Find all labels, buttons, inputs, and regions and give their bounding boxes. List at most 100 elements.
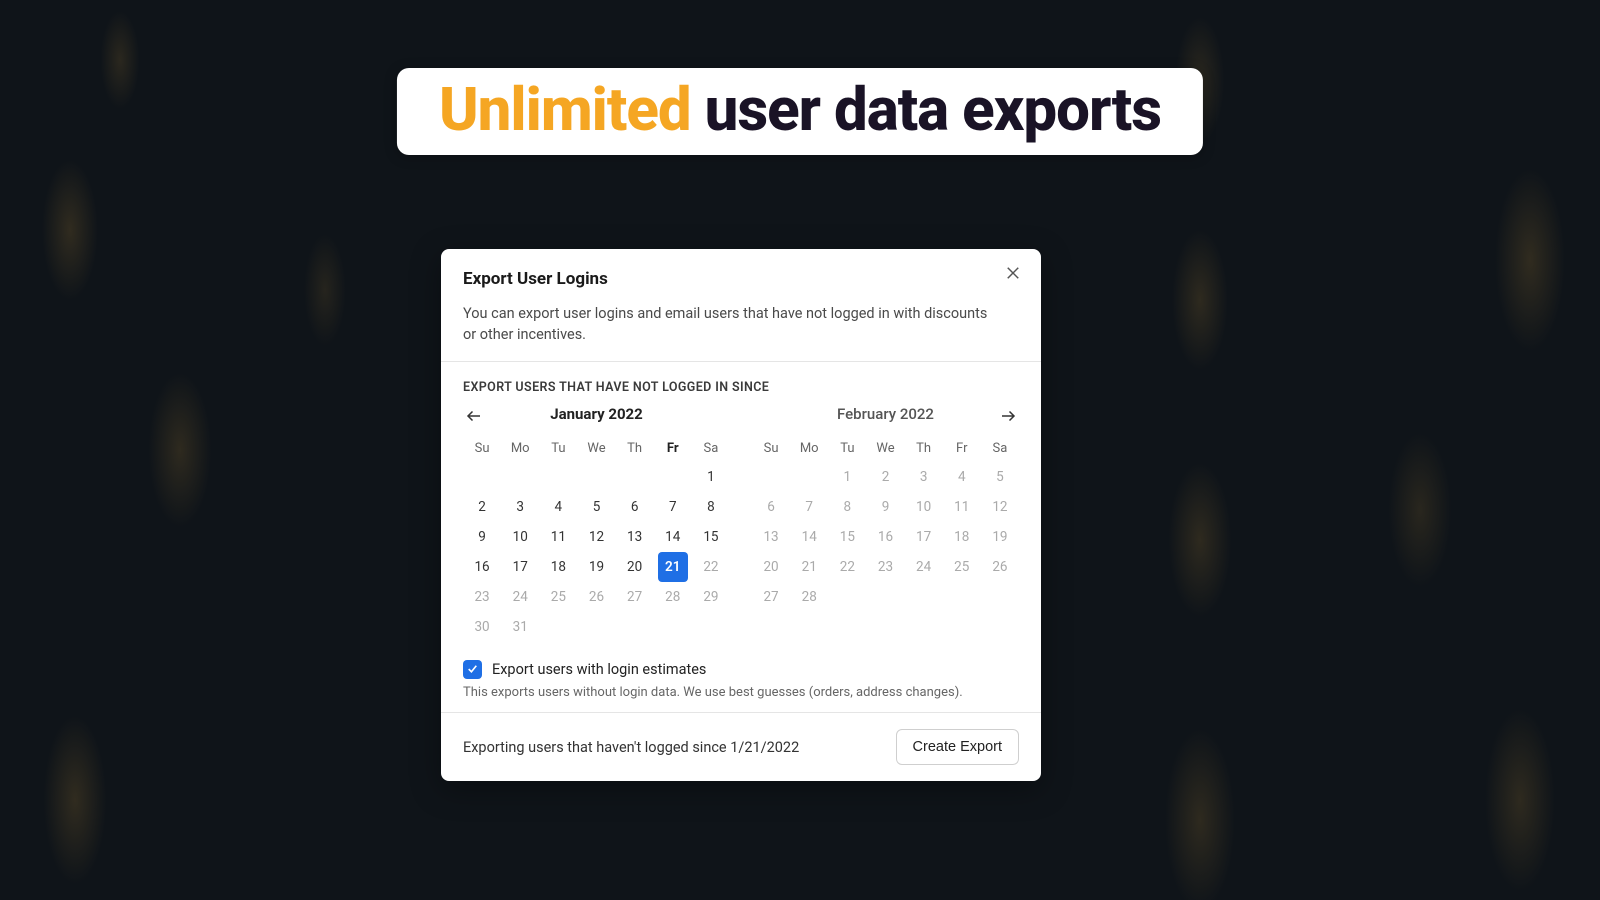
calendar-day[interactable]: 10 (501, 522, 539, 552)
calendar-day[interactable]: 19 (981, 522, 1019, 552)
calendar-day[interactable]: 6 (752, 492, 790, 522)
calendar-dow: Tu (539, 435, 577, 462)
calendar-day[interactable]: 21 (790, 552, 828, 582)
calendar-day[interactable]: 15 (692, 522, 730, 552)
modal-header: Export User Logins You can export user l… (441, 249, 1041, 361)
prev-month-button[interactable] (465, 407, 483, 429)
next-month-button[interactable] (999, 407, 1017, 429)
calendar-day[interactable]: 2 (866, 462, 904, 492)
calendar-month-2-title: February 2022 (752, 405, 1019, 423)
calendar-day[interactable]: 18 (539, 552, 577, 582)
calendar-dow-row: SuMoTuWeThFrSa (463, 435, 730, 462)
calendar-day[interactable]: 11 (539, 522, 577, 552)
calendar-day[interactable]: 28 (654, 582, 692, 612)
calendar-day[interactable]: 3 (905, 462, 943, 492)
calendar-day[interactable]: 20 (752, 552, 790, 582)
calendar-day[interactable]: 27 (752, 582, 790, 612)
calendar-day[interactable]: 26 (577, 582, 615, 612)
calendar-day[interactable]: 8 (828, 492, 866, 522)
calendar-day[interactable]: 4 (943, 462, 981, 492)
modal-footer: Exporting users that haven't logged sinc… (441, 712, 1041, 781)
calendar-month-1: January 2022 SuMoTuWeThFrSa 123456789101… (463, 405, 730, 642)
calendar-day[interactable]: 18 (943, 522, 981, 552)
arrow-right-icon (999, 410, 1017, 429)
calendar-day[interactable]: 29 (692, 582, 730, 612)
calendar-day[interactable]: 22 (692, 552, 730, 582)
calendar-day[interactable]: 16 (463, 552, 501, 582)
calendar-days-grid: 1234567891011121314151617181920212223242… (463, 462, 730, 642)
calendar-day[interactable]: 14 (790, 522, 828, 552)
close-button[interactable] (999, 261, 1027, 289)
calendar-day[interactable]: 31 (501, 612, 539, 642)
calendar-day[interactable]: 2 (463, 492, 501, 522)
calendar-day[interactable]: 24 (501, 582, 539, 612)
calendar-day[interactable]: 1 (828, 462, 866, 492)
calendar-day[interactable]: 21 (658, 552, 688, 582)
calendar-range: January 2022 SuMoTuWeThFrSa 123456789101… (463, 405, 1019, 642)
close-icon (1004, 264, 1022, 286)
calendar-dow: Sa (692, 435, 730, 462)
calendar-day[interactable]: 16 (866, 522, 904, 552)
hero-title: Unlimited user data exports (439, 74, 1161, 145)
calendar-dow: We (577, 435, 615, 462)
export-estimates-option: Export users with login estimates (463, 660, 1019, 679)
export-estimates-label: Export users with login estimates (492, 661, 706, 678)
create-export-button[interactable]: Create Export (896, 729, 1019, 765)
calendar-day[interactable]: 7 (790, 492, 828, 522)
calendar-day[interactable]: 6 (616, 492, 654, 522)
arrow-left-icon (465, 410, 483, 429)
modal-body: EXPORT USERS THAT HAVE NOT LOGGED IN SIN… (441, 361, 1041, 712)
hero-accent: Unlimited (439, 74, 691, 145)
calendar-day[interactable]: 9 (463, 522, 501, 552)
calendar-day[interactable]: 26 (981, 552, 1019, 582)
hero-banner: Unlimited user data exports (397, 68, 1203, 155)
hero-rest: user data exports (691, 74, 1161, 145)
calendar-day[interactable]: 25 (539, 582, 577, 612)
calendar-dow: Su (463, 435, 501, 462)
calendar-day[interactable]: 23 (463, 582, 501, 612)
calendar-dow: Tu (828, 435, 866, 462)
calendar-dow: We (866, 435, 904, 462)
calendar-day[interactable]: 17 (501, 552, 539, 582)
calendar-day[interactable]: 10 (905, 492, 943, 522)
calendar-dow: Sa (981, 435, 1019, 462)
calendar-day[interactable]: 22 (828, 552, 866, 582)
calendar-day[interactable]: 9 (866, 492, 904, 522)
calendar-day[interactable]: 1 (692, 462, 730, 492)
calendar-dow: Mo (790, 435, 828, 462)
calendar-day[interactable]: 5 (577, 492, 615, 522)
calendar-day[interactable]: 4 (539, 492, 577, 522)
modal-description: You can export user logins and email use… (463, 303, 1003, 345)
export-modal: Export User Logins You can export user l… (441, 249, 1041, 781)
calendar-day[interactable]: 24 (905, 552, 943, 582)
modal-title: Export User Logins (463, 269, 1019, 289)
calendar-day[interactable]: 11 (943, 492, 981, 522)
calendar-day[interactable]: 5 (981, 462, 1019, 492)
calendar-day[interactable]: 12 (981, 492, 1019, 522)
calendar-day[interactable]: 12 (577, 522, 615, 552)
calendar-day[interactable]: 19 (577, 552, 615, 582)
calendar-day[interactable]: 30 (463, 612, 501, 642)
calendar-dow: Fr (654, 435, 692, 462)
calendar-day[interactable]: 7 (654, 492, 692, 522)
calendar-day[interactable]: 14 (654, 522, 692, 552)
calendar-dow: Th (616, 435, 654, 462)
calendar-day[interactable]: 13 (752, 522, 790, 552)
export-estimates-help: This exports users without login data. W… (463, 685, 1019, 700)
footer-summary: Exporting users that haven't logged sinc… (463, 739, 799, 756)
calendar-day[interactable]: 20 (616, 552, 654, 582)
calendar-day[interactable]: 17 (905, 522, 943, 552)
calendar-day[interactable]: 15 (828, 522, 866, 552)
calendar-day[interactable]: 28 (790, 582, 828, 612)
calendar-days-grid: 1234567891011121314151617181920212223242… (752, 462, 1019, 612)
calendar-day[interactable]: 27 (616, 582, 654, 612)
calendar-day[interactable]: 3 (501, 492, 539, 522)
calendar-day[interactable]: 13 (616, 522, 654, 552)
calendar-dow: Su (752, 435, 790, 462)
calendar-month-1-title: January 2022 (463, 405, 730, 423)
calendar-day[interactable]: 23 (866, 552, 904, 582)
export-estimates-checkbox[interactable] (463, 660, 482, 679)
calendar-day[interactable]: 25 (943, 552, 981, 582)
calendar-dow-row: SuMoTuWeThFrSa (752, 435, 1019, 462)
calendar-day[interactable]: 8 (692, 492, 730, 522)
